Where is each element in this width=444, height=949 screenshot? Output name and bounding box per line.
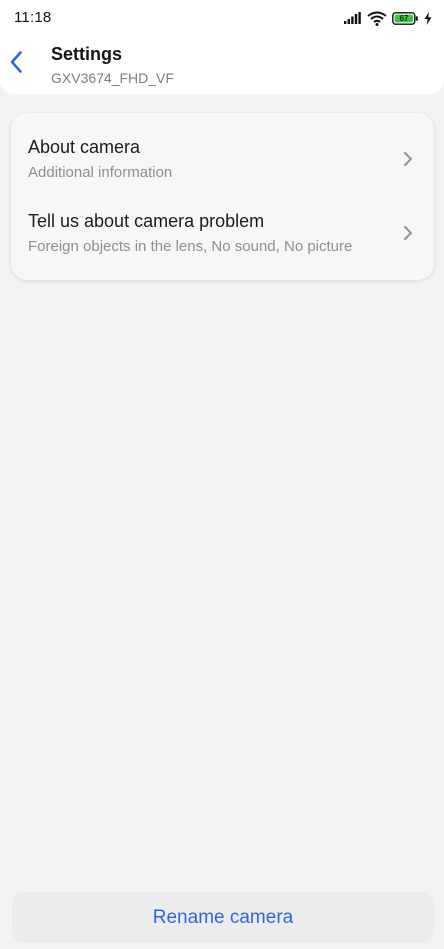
chevron-right-icon (402, 225, 414, 241)
signal-icon (344, 12, 362, 24)
battery-icon: 67 (392, 11, 419, 25)
camera-problem-subtitle: Foreign objects in the lens, No sound, N… (28, 238, 353, 255)
about-camera-item[interactable]: About camera Additional information (11, 123, 434, 197)
camera-problem-item[interactable]: Tell us about camera problem Foreign obj… (11, 197, 434, 271)
status-bar: 11:18 67 (0, 0, 444, 36)
camera-problem-title: Tell us about camera problem (28, 211, 265, 231)
status-icons: 67 (344, 9, 432, 27)
header: Settings GXV3674_FHD_VF (0, 36, 444, 94)
camera-name: GXV3674_FHD_VF (51, 70, 174, 86)
about-camera-title: About camera (28, 137, 141, 157)
top-bar: 11:18 67 Settings GXV3674_FHD_VF (0, 0, 444, 94)
back-button[interactable] (4, 46, 28, 82)
about-camera-subtitle: Additional information (28, 164, 173, 181)
rename-camera-button[interactable]: Rename camera (12, 892, 434, 943)
chevron-left-icon (9, 50, 23, 79)
battery-level: 67 (399, 13, 409, 23)
wifi-icon (367, 11, 387, 26)
status-time: 11:18 (14, 9, 52, 26)
settings-card: About camera Additional information Tell… (11, 113, 434, 280)
page-title: Settings (51, 44, 123, 64)
settings-screen: 11:18 67 Settings GXV3674_FHD_VF About c… (0, 0, 444, 949)
charging-icon (424, 11, 432, 25)
chevron-right-icon (402, 151, 414, 167)
